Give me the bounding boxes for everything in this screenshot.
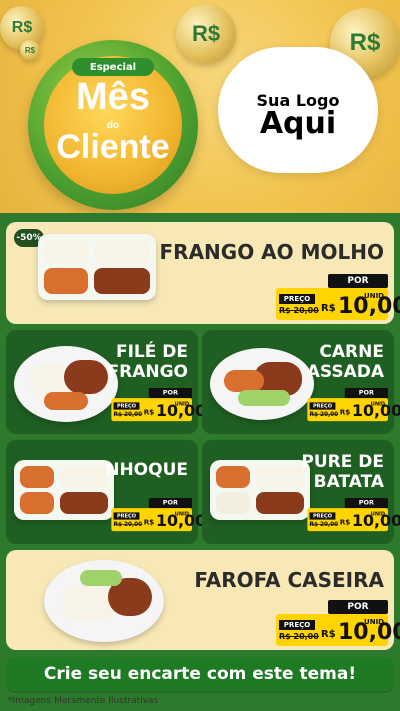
- product-title-line1: PURE DE: [301, 452, 384, 472]
- food-meat: [60, 492, 108, 514]
- price-unit: UNID: [174, 400, 190, 407]
- hero-banner: R$ R$ R$ R$ Especial Mês do Cliente Sua …: [0, 0, 400, 213]
- food-nhoque: [20, 466, 54, 488]
- price-currency: R$: [321, 629, 336, 640]
- food-vegetables: [238, 390, 290, 406]
- food-rice: [60, 466, 108, 488]
- price-tag: POR PREÇO R$ 20,00 R$ 10,00 UNID: [111, 388, 206, 427]
- food-rice: [94, 240, 150, 264]
- product-title: FRANGO AO MOLHO: [159, 240, 385, 264]
- price-currency: R$: [321, 303, 336, 314]
- product-card-pure-de-batata[interactable]: PURE DE BATATA POR PREÇO R$ 20,00 R$ 10,…: [202, 440, 400, 544]
- price-tag: POR PREÇO R$ 20,00 R$ 10,00 UNID: [307, 388, 400, 427]
- meal-tray-image: [210, 460, 310, 520]
- price-box: PREÇO R$ 20,00 R$ 10,00 UNID: [111, 398, 206, 422]
- price-tag: POR PREÇO R$ 20,00 R$ 10,00 UNID: [276, 600, 400, 654]
- price-old: R$ 20,00: [279, 306, 319, 315]
- price-unit: UNID: [174, 510, 190, 517]
- price-box: PREÇO R$ 20,00 R$ 10,00 UNID: [276, 288, 400, 320]
- price-por: POR: [344, 498, 388, 509]
- badge-title-cliente: Cliente: [56, 128, 170, 166]
- food-rice: [256, 466, 304, 488]
- meal-tray-image: [14, 460, 114, 520]
- price-tag: POR PREÇO R$ 20,00 R$ 10,00 UNID: [111, 498, 206, 537]
- price-currency: R$: [339, 408, 351, 417]
- meal-tray-image: [38, 234, 156, 300]
- meal-plate-image: [210, 348, 314, 420]
- food-carrot: [44, 268, 88, 294]
- product-card-nhoque[interactable]: NHOQUE POR PREÇO R$ 20,00 R$ 10,00 UNID: [6, 440, 206, 544]
- food-carrot: [44, 392, 88, 410]
- footnote: *Imagens Meramente Ilustrativas: [8, 696, 159, 706]
- food-nhoque: [20, 492, 54, 514]
- price-currency: R$: [143, 518, 155, 527]
- price-por: POR: [328, 600, 388, 614]
- product-card-file-de-frango[interactable]: FILÉ DE FRANGO POR PREÇO R$ 20,00 R$ 10,…: [6, 330, 206, 434]
- food-chicken: [64, 360, 108, 394]
- meal-plate-image: [14, 346, 118, 422]
- badge-ribbon: Especial: [72, 58, 154, 76]
- product-title: FAROFA CASEIRA: [194, 568, 384, 592]
- price-currency: R$: [339, 518, 351, 527]
- price-tag: POR PREÇO R$ 20,00 R$ 10,00 UNID: [307, 498, 400, 537]
- product-title-line1: FILÉ DE: [115, 342, 188, 362]
- price-old: R$ 20,00: [113, 521, 143, 528]
- price-old: R$ 20,00: [309, 521, 339, 528]
- price-por: POR: [148, 388, 192, 399]
- price-por: POR: [328, 274, 388, 288]
- price-preco-label: PREÇO: [309, 402, 336, 410]
- badge-title-mes: Mês: [76, 76, 150, 118]
- logo-placeholder[interactable]: Sua Logo Aqui: [218, 47, 378, 173]
- food-rice: [44, 240, 88, 264]
- price-unit: UNID: [364, 618, 384, 626]
- food-chicken: [94, 268, 150, 294]
- price-box: PREÇO R$ 20,00 R$ 10,00 UNID: [276, 614, 400, 646]
- price-box: PREÇO R$ 20,00 R$ 10,00 UNID: [307, 508, 400, 532]
- product-title-line2: BATATA: [313, 472, 384, 492]
- price-preco-label: PREÇO: [279, 294, 315, 304]
- price-unit: UNID: [364, 292, 384, 300]
- price-old: R$ 20,00: [279, 632, 319, 641]
- price-old: R$ 20,00: [113, 411, 143, 418]
- food-carrot: [216, 466, 250, 488]
- product-card-farofa-caseira[interactable]: FAROFA CASEIRA POR PREÇO R$ 20,00 R$ 10,…: [6, 550, 400, 650]
- product-card-carne-assada[interactable]: CARNE ASSADA POR PREÇO R$ 20,00 R$ 10,00…: [202, 330, 400, 434]
- price-por: POR: [148, 498, 192, 509]
- price-por: POR: [344, 388, 388, 399]
- mes-do-cliente-badge: Especial Mês do Cliente: [28, 40, 198, 210]
- price-preco-label: PREÇO: [309, 512, 336, 520]
- price-preco-label: PREÇO: [113, 512, 140, 520]
- product-card-frango-ao-molho[interactable]: -50% FRANGO AO MOLHO POR PREÇO R$ 20,00 …: [6, 222, 400, 324]
- logo-placeholder-line2: Aqui: [259, 106, 337, 141]
- product-title: NHOQUE: [105, 460, 188, 480]
- price-preco-label: PREÇO: [113, 402, 140, 410]
- food-puree: [216, 492, 250, 514]
- price-box: PREÇO R$ 20,00 R$ 10,00 UNID: [307, 398, 400, 422]
- price-box: PREÇO R$ 20,00 R$ 10,00 UNID: [111, 508, 206, 532]
- price-preco-label: PREÇO: [279, 620, 315, 630]
- product-title-line2: FRANGO: [107, 362, 189, 382]
- product-title-line2: ASSADA: [306, 362, 384, 382]
- price-currency: R$: [143, 408, 155, 417]
- create-flyer-button[interactable]: Crie seu encarte com este tema!: [6, 657, 394, 691]
- meal-bowl-image: [44, 560, 164, 642]
- food-vegetables: [80, 570, 122, 586]
- food-carrot: [224, 370, 264, 392]
- product-title-line1: CARNE: [319, 342, 384, 362]
- food-meat: [256, 492, 304, 514]
- price-unit: UNID: [370, 510, 386, 517]
- price-tag: POR PREÇO R$ 20,00 R$ 10,00 UNID: [276, 274, 400, 328]
- price-old: R$ 20,00: [309, 411, 339, 418]
- price-unit: UNID: [370, 400, 386, 407]
